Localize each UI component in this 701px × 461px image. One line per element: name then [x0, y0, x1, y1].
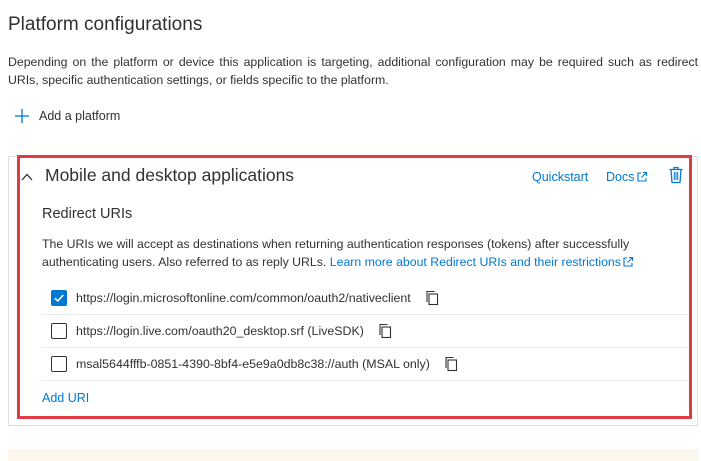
redirect-uri-value: msal5644fffb-0851-4390-8bf4-e5e9a0db8c38…	[76, 356, 430, 371]
learn-more-link[interactable]: Learn more about Redirect URIs and their…	[330, 255, 634, 269]
redirect-uri-checkbox[interactable]	[51, 289, 67, 306]
redirect-uri-row: msal5644fffb-0851-4390-8bf4-e5e9a0db8c38…	[42, 347, 688, 381]
external-link-icon	[637, 171, 648, 182]
redirect-uri-checkbox[interactable]	[51, 355, 67, 372]
copy-icon[interactable]	[444, 356, 458, 372]
add-platform-button[interactable]: Add a platform	[14, 106, 120, 126]
external-link-icon	[623, 256, 633, 267]
page-description: Depending on the platform or device this…	[8, 55, 698, 87]
next-section-edge	[8, 449, 698, 461]
checkmark-icon	[54, 293, 64, 302]
learn-more-label: Learn more about Redirect URIs and their…	[329, 255, 621, 269]
copy-icon[interactable]	[425, 290, 439, 306]
redirect-uri-value: https://login.live.com/oauth20_desktop.s…	[76, 323, 364, 338]
page-title: Platform configurations	[8, 14, 203, 35]
trash-icon[interactable]	[668, 166, 684, 184]
redirect-uri-checkbox[interactable]	[51, 322, 67, 339]
quickstart-link[interactable]: Quickstart	[532, 170, 588, 184]
docs-link-label: Docs	[606, 170, 635, 184]
plus-icon	[15, 109, 29, 123]
copy-icon[interactable]	[378, 323, 392, 339]
redirect-uri-value: https://login.microsoftonline.com/common…	[76, 290, 411, 305]
redirect-uri-row: https://login.live.com/oauth20_desktop.s…	[42, 314, 688, 348]
chevron-up-icon[interactable]	[20, 170, 34, 184]
redirect-uris-info: The URIs we will accept as destinations …	[42, 235, 682, 271]
docs-link[interactable]: Docs	[606, 170, 648, 184]
add-platform-label: Add a platform	[39, 109, 121, 123]
add-uri-link[interactable]: Add URI	[42, 391, 89, 405]
redirect-uris-heading: Redirect URIs	[42, 206, 133, 222]
platform-card-title: Mobile and desktop applications	[45, 165, 295, 185]
redirect-uri-row: https://login.microsoftonline.com/common…	[42, 281, 688, 315]
